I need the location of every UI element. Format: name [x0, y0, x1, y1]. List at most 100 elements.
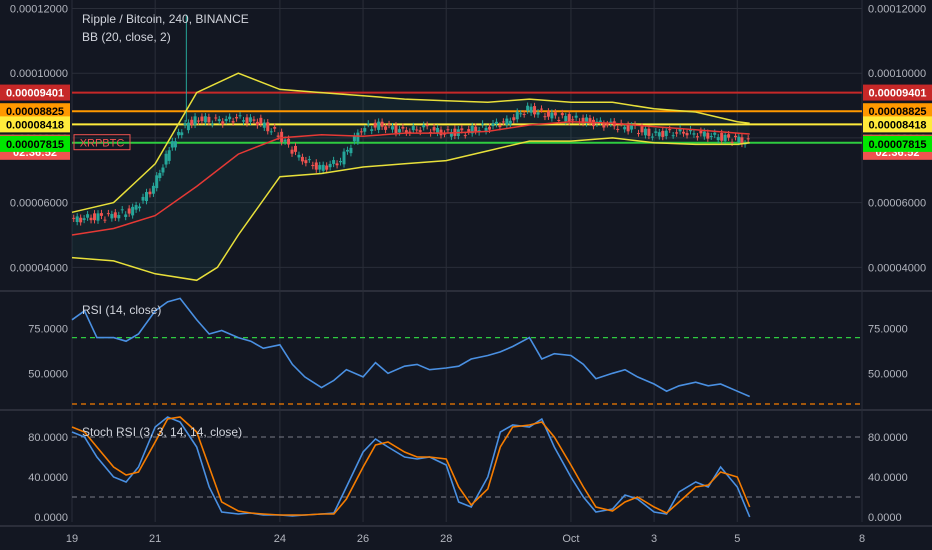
candle-body [720, 132, 724, 141]
candle-body [325, 165, 329, 170]
tradingview-chart[interactable]: 0.00012000 0.00012000 0.00010000 0.00010000… [0, 0, 932, 550]
candle-body [183, 123, 187, 126]
candle-body [692, 133, 696, 135]
x-tick-label: Oct [562, 533, 579, 545]
candle-body [557, 119, 561, 121]
candle-body [384, 126, 388, 130]
candle-body [300, 156, 304, 162]
candle-body [422, 124, 426, 128]
candle-body [432, 127, 436, 131]
candle-body [180, 132, 184, 136]
rsi-tick-label-right: 75.0000 [868, 324, 908, 336]
candle-body [522, 113, 526, 115]
y-tick-label-right: 0.00006000 [868, 198, 926, 210]
candle-body [498, 125, 502, 128]
candle-body [259, 117, 263, 124]
candle-body [727, 134, 731, 138]
candle-body [321, 164, 325, 171]
candle-body [82, 218, 86, 220]
candle-body [661, 130, 665, 137]
candle-body [564, 116, 568, 122]
candle-body [397, 129, 401, 133]
candle-body [380, 121, 384, 127]
x-tick-label: 3 [651, 533, 657, 545]
candle-body [170, 141, 174, 148]
candle-body [349, 147, 353, 154]
candle-body [488, 126, 492, 130]
candle-body [148, 191, 152, 195]
candle-body [342, 151, 346, 165]
candle-body [695, 136, 699, 138]
candle-body [311, 164, 315, 167]
candle-body [630, 125, 634, 130]
candle-body [515, 111, 519, 120]
candle-body [418, 130, 422, 132]
candle-body [231, 121, 235, 123]
support-price-label: 0.00007815 [863, 135, 932, 152]
candle-body [262, 122, 266, 128]
candle-body [328, 163, 332, 168]
candle-body [151, 185, 155, 194]
candle-body [276, 135, 280, 137]
candle-body [391, 126, 395, 130]
stoch-tick-label-right: 40.0000 [868, 472, 908, 484]
candle-body [460, 128, 464, 131]
candle-body [401, 126, 405, 129]
candle-body [93, 213, 97, 221]
candle-body [675, 132, 679, 134]
symbol-tag: XRPBTC [73, 134, 131, 151]
candle-body [602, 123, 606, 128]
candle-body [668, 129, 672, 131]
candle-body [664, 130, 668, 137]
candle-body [699, 130, 703, 134]
y-tick-label-left: 0.00012000 [10, 3, 68, 15]
y-tick-label-right: 0.00004000 [868, 262, 926, 274]
candle-body [616, 128, 620, 130]
candle-body [235, 117, 239, 119]
candle-body [283, 139, 287, 142]
candle-body [293, 145, 297, 152]
candle-body [120, 209, 124, 211]
candle-body [210, 123, 214, 125]
candle-body [252, 119, 256, 121]
candle-body [654, 131, 658, 133]
candle-body [512, 117, 516, 121]
candle-body [214, 117, 218, 119]
candle-body [117, 215, 121, 219]
stoch-tick-label-left: 80.0000 [28, 432, 68, 444]
candle-body [539, 108, 543, 110]
x-tick-label: 21 [149, 533, 161, 545]
candle-body [144, 192, 148, 202]
candle-body [598, 120, 602, 122]
x-tick-label: 28 [440, 533, 452, 545]
candle-body [332, 160, 336, 164]
candle-body [415, 129, 419, 131]
candle-body [737, 136, 741, 143]
price-line-label-text: 0.00008418 [868, 119, 926, 131]
x-tick-label: 8 [859, 533, 865, 545]
candle-body [671, 135, 675, 137]
candle-body [650, 136, 654, 138]
candle-body [273, 127, 277, 129]
candle-body [255, 121, 259, 126]
candle-body [363, 128, 367, 132]
candle-body [682, 131, 686, 134]
candle-body [550, 112, 554, 119]
price-line-label-text: 0.00009401 [6, 88, 64, 100]
candle-body [553, 112, 557, 116]
x-tick-label: 5 [734, 533, 740, 545]
candle-body [505, 118, 509, 125]
candle-body [186, 122, 190, 131]
candle-body [394, 125, 398, 134]
candle-body [494, 121, 498, 125]
candle-body [155, 175, 159, 189]
candle-body [740, 137, 744, 144]
candle-body [536, 112, 540, 115]
candle-body [734, 135, 738, 138]
candle-body [411, 126, 415, 131]
candle-body [304, 160, 308, 164]
candle-body [359, 131, 363, 133]
candle-body [446, 129, 450, 131]
rsi-tick-label-left: 75.0000 [28, 324, 68, 336]
candle-body [623, 126, 627, 130]
